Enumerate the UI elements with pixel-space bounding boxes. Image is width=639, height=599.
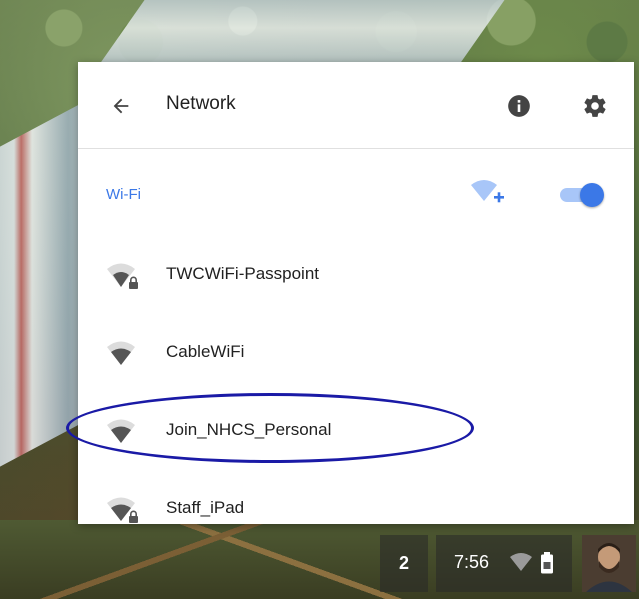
network-name: Staff_iPad — [166, 498, 245, 517]
wifi-signal-icon — [107, 341, 135, 365]
status-tray: 2 7:56 — [380, 535, 639, 592]
settings-button[interactable] — [578, 89, 612, 123]
network-item-join-nhcs-personal[interactable]: Join_NHCS_Personal — [78, 392, 634, 470]
wifi-label: Wi-Fi — [106, 186, 141, 203]
clock: 7:56 — [454, 552, 490, 572]
notification-count-badge[interactable]: 2 — [380, 535, 428, 592]
add-network-button[interactable] — [470, 179, 506, 209]
network-panel: Network Wi-Fi TWCWiFi-Passpoint CableWiF… — [78, 62, 634, 524]
info-icon — [508, 95, 530, 117]
wifi-signal-icon — [107, 419, 135, 443]
network-item-cablewifi[interactable]: CableWiFi — [78, 314, 634, 392]
wifi-secured-icon — [107, 497, 138, 523]
network-item-staff-ipad[interactable]: Staff_iPad — [78, 470, 634, 524]
network-list: TWCWiFi-Passpoint CableWiFi Join_NHCS_Pe… — [78, 236, 634, 524]
wifi-secured-icon — [107, 263, 138, 289]
arrow-back-icon — [113, 98, 129, 114]
panel-header: Network — [78, 62, 634, 149]
back-button[interactable] — [104, 89, 138, 123]
gear-icon — [584, 95, 606, 117]
network-name: CableWiFi — [166, 342, 245, 361]
info-button[interactable] — [502, 89, 536, 123]
network-name: TWCWiFi-Passpoint — [166, 264, 320, 283]
wifi-section-header: Wi-Fi — [78, 159, 634, 229]
wallpaper-road — [95, 0, 505, 70]
wifi-add-icon — [471, 180, 504, 203]
network-item-twcwifi-passpoint[interactable]: TWCWiFi-Passpoint — [78, 236, 634, 314]
wifi-status-icon — [510, 553, 532, 571]
page-title: Network — [166, 93, 236, 114]
wifi-toggle[interactable] — [558, 183, 606, 207]
network-name: Join_NHCS_Personal — [166, 420, 332, 439]
battery-icon — [541, 552, 553, 574]
user-avatar[interactable] — [582, 535, 636, 592]
toggle-knob — [580, 183, 604, 207]
avatar-photo-icon — [582, 535, 636, 592]
system-status-area[interactable]: 7:56 — [436, 535, 572, 592]
